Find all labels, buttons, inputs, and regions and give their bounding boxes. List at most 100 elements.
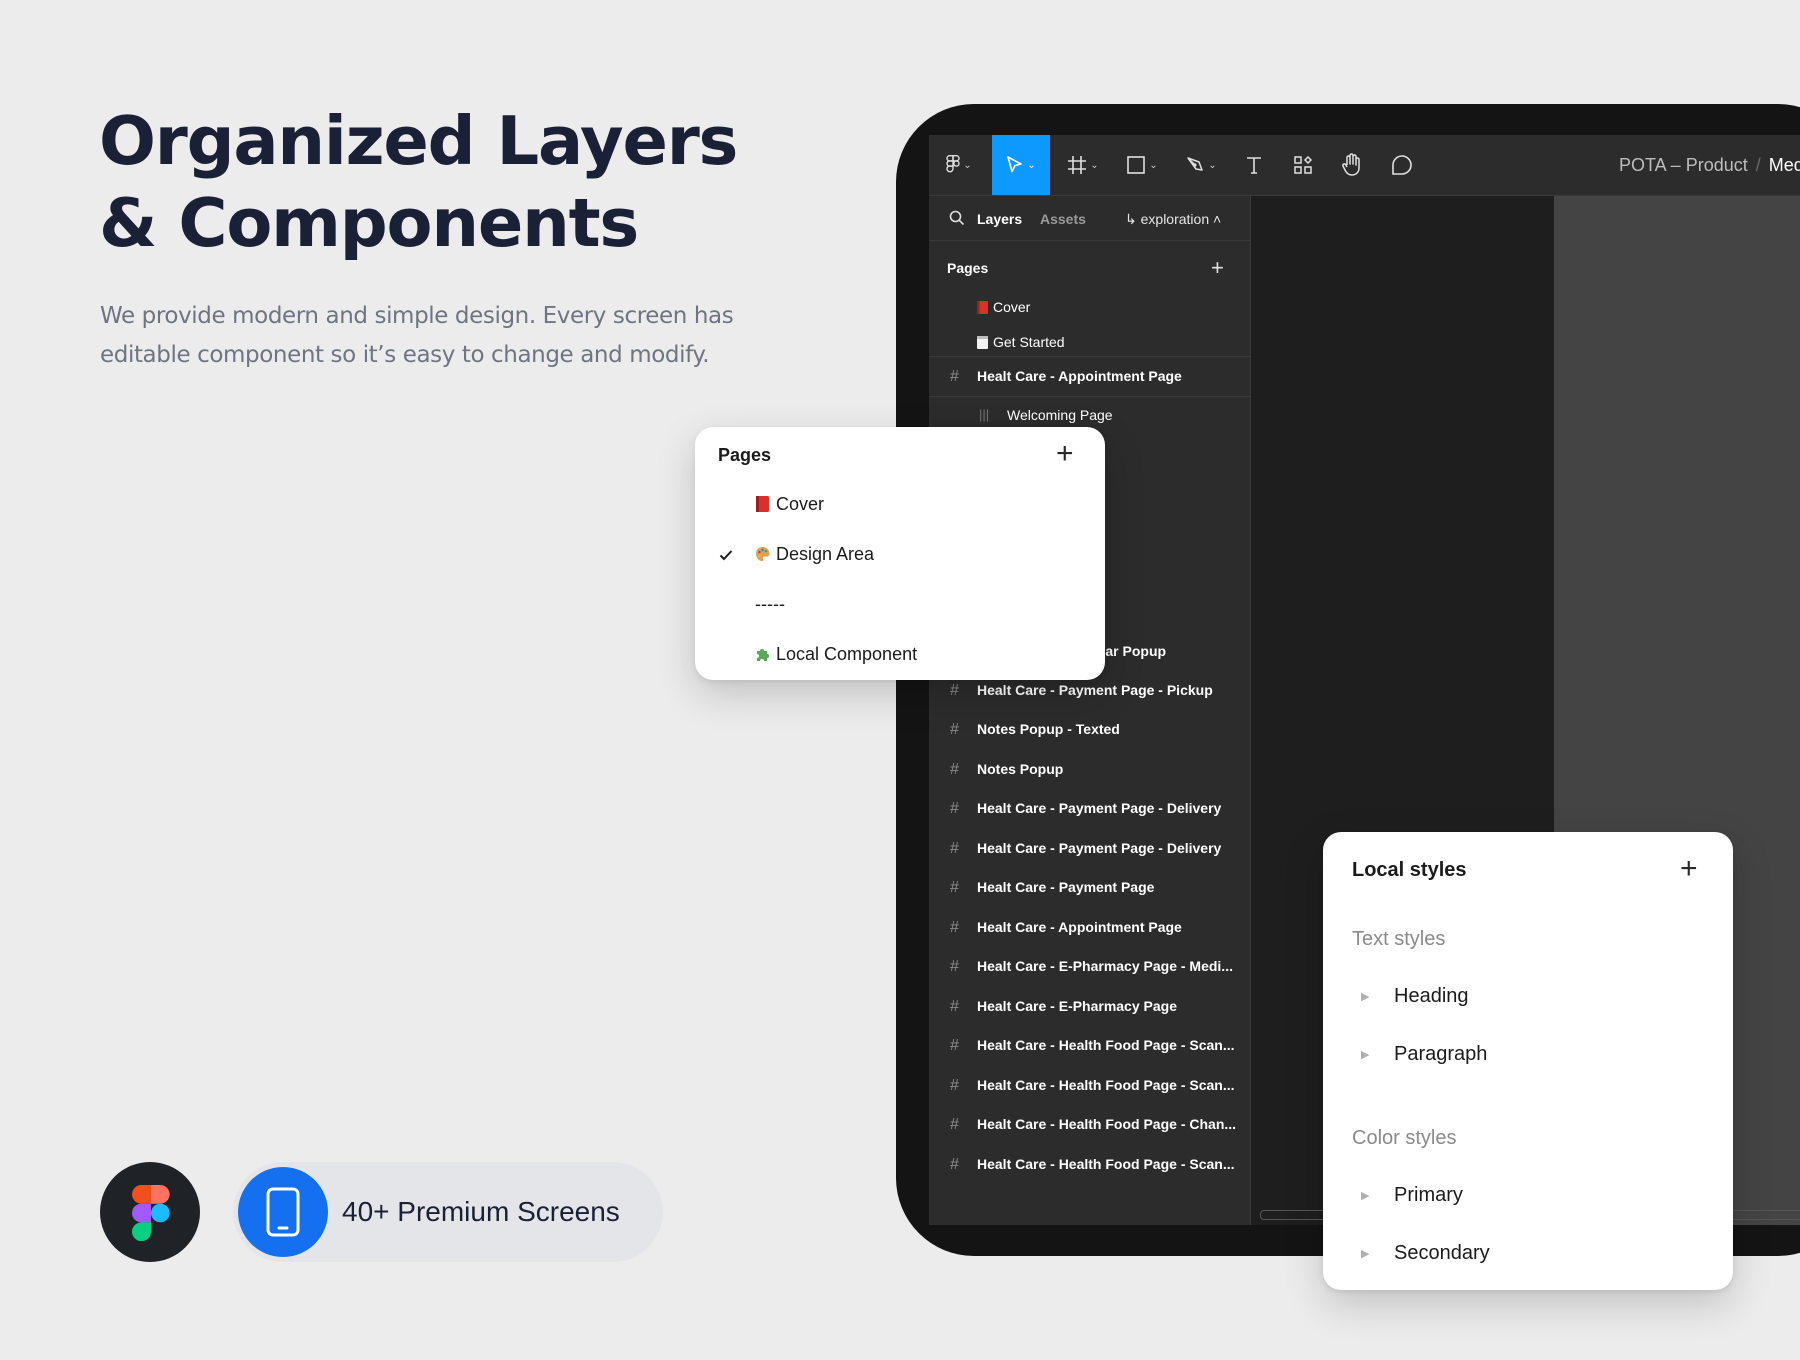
- local-styles-popup: Local styles + Text styles ▶ Heading ▶ Par…: [1323, 832, 1733, 1290]
- text-style-heading[interactable]: ▶ Heading: [1352, 985, 1469, 1008]
- hero-title: Organized Layers & Components: [99, 100, 738, 264]
- layer-row[interactable]: # Healt Care - Payment Page: [929, 868, 1250, 907]
- hand-tool-button[interactable]: [1329, 135, 1375, 195]
- layer-label: Healt Care - Health Food Page - Scan...: [977, 1077, 1235, 1093]
- resources-button[interactable]: [1281, 135, 1325, 195]
- page-option-design-area[interactable]: Design Area: [755, 544, 874, 565]
- color-styles-section-label: Color styles: [1352, 1127, 1457, 1149]
- layer-label: Welcoming Page: [1007, 407, 1113, 423]
- hand-tool-icon: [1342, 153, 1360, 176]
- frame-icon: #: [950, 998, 959, 1015]
- layer-row[interactable]: # Healt Care - E-Pharmacy Page: [929, 987, 1250, 1026]
- layer-label: Healt Care - Payment Page - Delivery: [977, 840, 1222, 856]
- page-option-separator[interactable]: -----: [755, 594, 785, 615]
- shape-tool-icon: [1127, 156, 1146, 174]
- chevron-down-icon: ⌄: [1090, 159, 1099, 171]
- search-icon[interactable]: [949, 210, 965, 226]
- pages-popup: Pages + Cover Design Area ----- Local Co…: [695, 427, 1105, 680]
- layer-row[interactable]: # Healt Care - E-Pharmacy Page - Medi...: [929, 947, 1250, 986]
- layer-label: Healt Care - Payment Page - Pickup: [977, 682, 1213, 698]
- page-option-label: Cover: [776, 494, 825, 514]
- frame-icon: #: [950, 1116, 959, 1133]
- frame-icon: #: [950, 682, 959, 699]
- tab-layers[interactable]: Layers: [977, 211, 1022, 227]
- layer-label: Notes Popup: [977, 761, 1064, 777]
- frame-icon: #: [950, 1077, 959, 1094]
- page-item-label: Cover: [993, 299, 1031, 315]
- frame-tool-button[interactable]: ⌄: [1054, 135, 1112, 195]
- layer-row[interactable]: # Healt Care - Health Food Page - Scan...: [929, 1026, 1250, 1065]
- chevron-down-icon: ⌄: [1208, 159, 1217, 171]
- layer-row[interactable]: # Healt Care - Health Food Page - Scan...: [929, 1145, 1250, 1184]
- page-option-local-component[interactable]: Local Component: [755, 644, 917, 665]
- style-label: Paragraph: [1394, 1043, 1488, 1065]
- chevron-down-icon: ⌄: [1149, 159, 1158, 171]
- page-option-cover[interactable]: Cover: [755, 494, 824, 515]
- resources-icon: [1294, 155, 1313, 174]
- palette-icon: [756, 547, 770, 561]
- pen-tool-button[interactable]: ⌄: [1172, 135, 1230, 195]
- tab-assets[interactable]: Assets: [1040, 211, 1086, 227]
- sidebar-tabs: Layers Assets ↳ exploration ˄: [929, 196, 1250, 241]
- layer-label: Notes Popup - Texted: [977, 721, 1120, 737]
- pen-tool-icon: [1187, 157, 1204, 171]
- premium-screens-label: 40+ Premium Screens: [342, 1196, 620, 1227]
- breadcrumb-project[interactable]: POTA – Product: [1619, 155, 1748, 175]
- page-option-label: Local Component: [776, 644, 918, 664]
- layer-row[interactable]: # Healt Care - Appointment Page: [929, 357, 1250, 396]
- text-styles-section-label: Text styles: [1352, 928, 1446, 950]
- comment-tool-button[interactable]: [1379, 135, 1425, 195]
- color-style-secondary[interactable]: ▶ Secondary: [1352, 1242, 1490, 1265]
- frame-icon: #: [950, 879, 959, 896]
- layer-row[interactable]: # Healt Care - Payment Page - Delivery: [929, 789, 1250, 828]
- frame-icon: #: [950, 919, 959, 936]
- layer-row[interactable]: # Notes Popup: [929, 750, 1250, 789]
- color-style-primary[interactable]: ▶ Primary: [1352, 1184, 1463, 1207]
- puzzle-icon: [757, 649, 769, 661]
- move-tool-button[interactable]: ⌄: [992, 135, 1050, 195]
- chevron-down-icon: ⌄: [963, 159, 972, 171]
- layers-sidebar: Layers Assets ↳ exploration ˄ Pages + Co…: [929, 196, 1251, 1225]
- expand-caret-icon[interactable]: ▶: [1352, 1247, 1394, 1260]
- frame-icon: #: [950, 958, 959, 975]
- main-menu-button[interactable]: ⌄: [929, 135, 989, 195]
- premium-screens-badge: 40+ Premium Screens: [233, 1162, 663, 1262]
- frame-icon: #: [950, 1156, 959, 1173]
- page-item-cover[interactable]: Cover: [977, 299, 1030, 315]
- expand-caret-icon[interactable]: ▶: [1352, 1189, 1394, 1202]
- layer-label: Healt Care - Appointment Page: [977, 368, 1182, 384]
- layer-label: Healt Care - Appointment Page: [977, 919, 1182, 935]
- layer-row[interactable]: # Healt Care - Appointment Page: [929, 908, 1250, 947]
- plus-icon[interactable]: +: [1056, 437, 1074, 471]
- frame-icon: #: [950, 1037, 959, 1054]
- main-menu-icon: [946, 155, 960, 173]
- page-item-get-started[interactable]: Get Started: [977, 334, 1065, 350]
- layer-row[interactable]: # Healt Care - Health Food Page - Chan...: [929, 1105, 1250, 1144]
- branch-selector[interactable]: ↳ exploration ˄: [1125, 211, 1221, 228]
- shape-tool-button[interactable]: ⌄: [1113, 135, 1171, 195]
- comment-icon: [1392, 155, 1412, 175]
- layer-row[interactable]: # Notes Popup - Texted: [929, 710, 1250, 749]
- add-page-icon[interactable]: +: [1211, 255, 1224, 281]
- layer-row[interactable]: # Healt Care - Payment Page - Delivery: [929, 829, 1250, 868]
- text-style-paragraph[interactable]: ▶ Paragraph: [1352, 1043, 1487, 1066]
- chevron-down-icon: ⌄: [1027, 159, 1036, 171]
- layer-label: Healt Care - Health Food Page - Scan...: [977, 1156, 1235, 1172]
- page-item-label: Get Started: [993, 334, 1065, 350]
- breadcrumb-file[interactable]: Med: [1769, 155, 1800, 175]
- layer-row[interactable]: # Healt Care - Health Food Page - Scan...: [929, 1066, 1250, 1105]
- plus-icon[interactable]: +: [1680, 852, 1698, 886]
- breadcrumb-separator: /: [1755, 155, 1761, 175]
- frame-icon: #: [950, 368, 959, 385]
- pages-header: Pages: [947, 260, 989, 276]
- checkmark-icon: [719, 550, 733, 561]
- layer-label: Healt Care - E-Pharmacy Page - Medi...: [977, 958, 1233, 974]
- figma-logo-icon: [132, 1185, 170, 1241]
- frame-icon: #: [950, 840, 959, 857]
- expand-caret-icon[interactable]: ▶: [1352, 1048, 1394, 1061]
- text-tool-button[interactable]: [1232, 135, 1276, 195]
- expand-caret-icon[interactable]: ▶: [1352, 990, 1394, 1003]
- style-label: Primary: [1394, 1184, 1463, 1206]
- pages-popup-title: Pages: [718, 445, 772, 465]
- figma-badge: [100, 1162, 200, 1262]
